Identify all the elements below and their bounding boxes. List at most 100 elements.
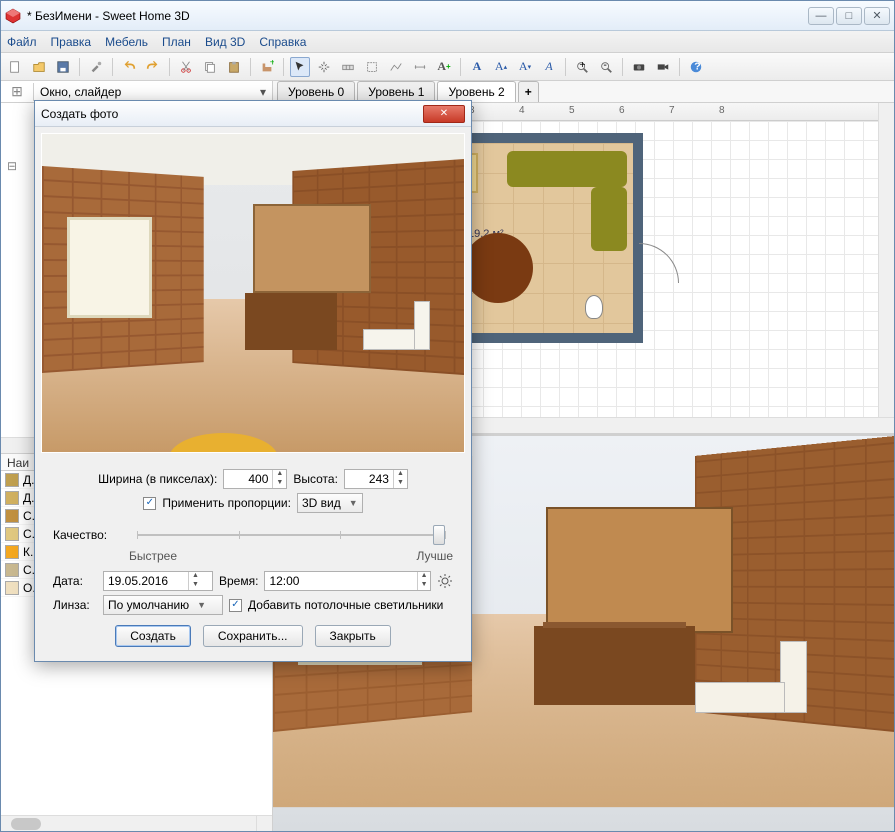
redo-icon[interactable] xyxy=(143,57,163,77)
furniture-sofa[interactable] xyxy=(507,151,627,251)
save-icon[interactable] xyxy=(53,57,73,77)
slider-thumb[interactable] xyxy=(433,525,445,545)
chevron-down-icon: ▼ xyxy=(349,498,358,508)
sun-icon[interactable] xyxy=(437,573,453,589)
spin-down-icon[interactable]: ▼ xyxy=(189,581,202,590)
quality-best-label: Лучше xyxy=(416,549,453,563)
svg-text:+: + xyxy=(270,60,274,68)
menu-view3d[interactable]: Вид 3D xyxy=(205,35,245,49)
room-icon[interactable] xyxy=(362,57,382,77)
window-title: * БезИмени - Sweet Home 3D xyxy=(27,9,808,23)
quality-slider[interactable] xyxy=(137,525,445,545)
scroll-corner xyxy=(256,815,272,831)
menu-plan[interactable]: План xyxy=(162,35,191,49)
apply-ratio-label: Применить пропорции: xyxy=(162,496,291,510)
chevron-down-icon: ▼ xyxy=(197,600,206,610)
quality-fast-label: Быстрее xyxy=(129,549,177,563)
add-lights-label: Добавить потолочные светильники xyxy=(248,598,443,612)
camera-icon[interactable] xyxy=(629,57,649,77)
furniture-table[interactable] xyxy=(463,233,533,303)
svg-text:+: + xyxy=(579,60,585,71)
help-icon[interactable]: ? xyxy=(686,57,706,77)
create-photo-dialog: Создать фото ✕ Ширина (в пикселах): ▲▼ В… xyxy=(34,100,472,662)
spin-down-icon[interactable]: ▼ xyxy=(273,479,286,488)
minimize-button[interactable]: — xyxy=(808,7,834,25)
spin-down-icon[interactable]: ▼ xyxy=(418,581,430,590)
catalog-dropdown-icon[interactable]: ▾ xyxy=(260,85,266,99)
polyline-icon[interactable] xyxy=(386,57,406,77)
select-icon[interactable] xyxy=(290,57,310,77)
text-bold-icon[interactable]: A xyxy=(467,57,487,77)
add-furniture-icon[interactable]: + xyxy=(257,57,277,77)
create-button[interactable]: Создать xyxy=(115,625,191,647)
cut-icon[interactable] xyxy=(176,57,196,77)
camera-indicator-icon[interactable] xyxy=(585,295,603,319)
tree-collapse-icon[interactable]: ⊟ xyxy=(7,159,17,173)
3d-desk xyxy=(534,626,695,705)
maximize-button[interactable]: □ xyxy=(836,7,862,25)
hscrollbar[interactable] xyxy=(1,815,256,831)
close-dialog-button[interactable]: Закрыть xyxy=(315,625,391,647)
width-label: Ширина (в пикселах): xyxy=(98,472,217,486)
copy-icon[interactable] xyxy=(200,57,220,77)
date-input[interactable] xyxy=(104,572,188,590)
spin-up-icon[interactable]: ▲ xyxy=(273,470,286,479)
date-label: Дата: xyxy=(53,574,97,588)
spin-up-icon[interactable]: ▲ xyxy=(394,470,407,479)
pan-icon[interactable] xyxy=(314,57,334,77)
tree-expand-icon[interactable]: ⊞ xyxy=(1,83,33,100)
height-input[interactable] xyxy=(345,470,393,488)
window-controls: — □ ✕ xyxy=(808,7,890,25)
width-spinner[interactable]: ▲▼ xyxy=(223,469,287,489)
spin-down-icon[interactable]: ▼ xyxy=(394,479,407,488)
date-spinner[interactable]: ▲▼ xyxy=(103,571,213,591)
zoom-out-icon[interactable]: - xyxy=(596,57,616,77)
save-button[interactable]: Сохранить... xyxy=(203,625,303,647)
video-icon[interactable] xyxy=(653,57,673,77)
new-icon[interactable] xyxy=(5,57,25,77)
catalog-item[interactable]: Окно, слайдер ▾ xyxy=(33,83,272,101)
preferences-icon[interactable] xyxy=(86,57,106,77)
menubar: Файл Правка Мебель План Вид 3D Справка xyxy=(1,31,894,53)
menu-edit[interactable]: Правка xyxy=(51,35,92,49)
svg-text:-: - xyxy=(603,60,607,71)
lens-combo[interactable]: По умолчанию▼ xyxy=(103,595,223,615)
wall-icon[interactable] xyxy=(338,57,358,77)
tab-add[interactable]: + xyxy=(518,81,539,102)
menu-help[interactable]: Справка xyxy=(259,35,306,49)
menu-file[interactable]: Файл xyxy=(7,35,37,49)
time-label: Время: xyxy=(219,574,258,588)
text-plus-icon[interactable]: A▴ xyxy=(491,57,511,77)
zoom-in-icon[interactable]: + xyxy=(572,57,592,77)
ratio-combo[interactable]: 3D вид▼ xyxy=(297,493,363,513)
dialog-form: Ширина (в пикселах): ▲▼ Высота: ▲▼ Приме… xyxy=(35,459,471,661)
paste-icon[interactable] xyxy=(224,57,244,77)
tab-level0[interactable]: Уровень 0 xyxy=(277,81,355,102)
toolbar: + A+ A A▴ A▾ A + - ? xyxy=(1,53,894,81)
titlebar: * БезИмени - Sweet Home 3D — □ ✕ xyxy=(1,1,894,31)
time-input[interactable] xyxy=(265,572,417,590)
dialog-titlebar[interactable]: Создать фото ✕ xyxy=(35,101,471,127)
height-spinner[interactable]: ▲▼ xyxy=(344,469,408,489)
vscrollbar[interactable] xyxy=(878,103,894,417)
width-input[interactable] xyxy=(224,470,272,488)
3d-chair xyxy=(695,641,807,744)
render-preview xyxy=(41,133,465,453)
menu-furniture[interactable]: Мебель xyxy=(105,35,148,49)
text-icon[interactable]: A+ xyxy=(434,57,454,77)
text-italic-icon[interactable]: A xyxy=(539,57,559,77)
add-lights-checkbox[interactable] xyxy=(229,599,242,612)
tab-level2[interactable]: Уровень 2 xyxy=(437,81,515,102)
dimension-icon[interactable] xyxy=(410,57,430,77)
close-button[interactable]: ✕ xyxy=(864,7,890,25)
spin-up-icon[interactable]: ▲ xyxy=(189,572,202,581)
tab-level1[interactable]: Уровень 1 xyxy=(357,81,435,102)
apply-ratio-checkbox[interactable] xyxy=(143,497,156,510)
time-spinner[interactable]: ▲▼ xyxy=(264,571,431,591)
text-minus-icon[interactable]: A▾ xyxy=(515,57,535,77)
spin-up-icon[interactable]: ▲ xyxy=(418,572,430,581)
dialog-close-button[interactable]: ✕ xyxy=(423,105,465,123)
lens-label: Линза: xyxy=(53,598,97,612)
undo-icon[interactable] xyxy=(119,57,139,77)
open-icon[interactable] xyxy=(29,57,49,77)
